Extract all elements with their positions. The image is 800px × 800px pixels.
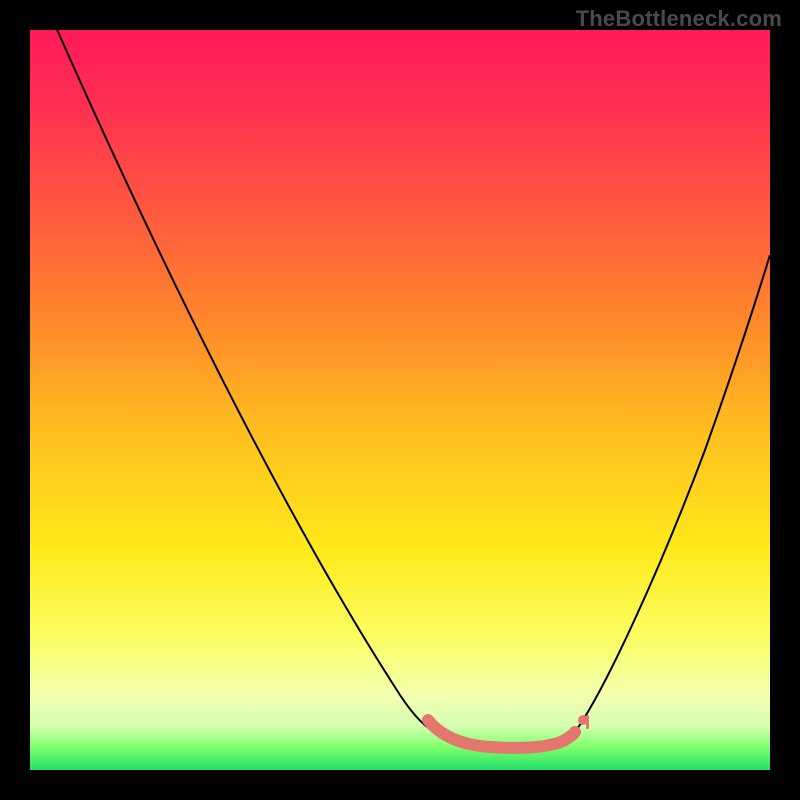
curve-trough-highlight xyxy=(428,720,575,748)
highlight-end-tick xyxy=(586,715,589,729)
gradient-plot-area xyxy=(30,30,770,770)
curve-layer xyxy=(30,30,770,770)
outer-frame: TheBottleneck.com xyxy=(0,0,800,800)
watermark-text: TheBottleneck.com xyxy=(576,6,782,32)
curve-right-branch xyxy=(575,255,770,732)
curve-left-branch xyxy=(55,25,440,735)
